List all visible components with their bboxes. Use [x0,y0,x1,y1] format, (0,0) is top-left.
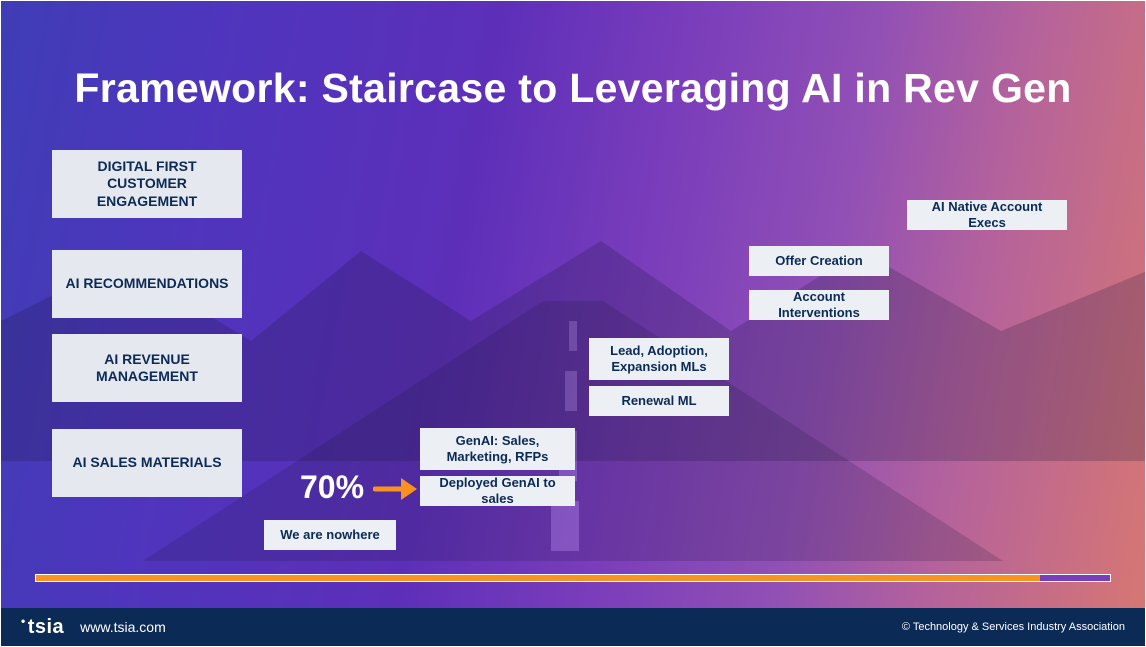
arrow-right-icon [373,475,417,503]
slide-title: Framework: Staircase to Leveraging AI in… [1,65,1145,112]
step3-top: Offer Creation [749,246,889,276]
footer-copyright: © Technology & Services Industry Associa… [902,621,1125,633]
category-digital-first: DIGITAL FIRST CUSTOMER ENGAGEMENT [52,150,242,218]
footer-website: www.tsia.com [80,619,166,635]
category-ai-recommendations: AI RECOMMENDATIONS [52,250,242,318]
progress-bar-fill [36,575,1040,581]
step1-percent: 70% [300,469,364,506]
step1-top: GenAI: Sales, Marketing, RFPs [420,428,575,470]
slide: Framework: Staircase to Leveraging AI in… [0,0,1146,647]
logo-dot-icon: • [21,614,26,628]
step1-bottom: Deployed GenAI to sales [420,476,575,506]
category-ai-sales-materials: AI SALES MATERIALS [52,429,242,497]
step2-top: Lead, Adoption, Expansion MLs [589,338,729,380]
logo: • tsia [21,616,64,639]
step4-label: AI Native Account Execs [907,200,1067,230]
footer: • tsia www.tsia.com © Technology & Servi… [1,608,1145,646]
step3-bottom: Account Interventions [749,290,889,320]
progress-bar [35,574,1111,582]
logo-text: tsia [28,616,64,639]
step0-label: We are nowhere [264,520,396,550]
step2-bottom: Renewal ML [589,386,729,416]
category-ai-revenue-mgmt: AI REVENUE MANAGEMENT [52,334,242,402]
footer-left: • tsia www.tsia.com [21,616,166,639]
